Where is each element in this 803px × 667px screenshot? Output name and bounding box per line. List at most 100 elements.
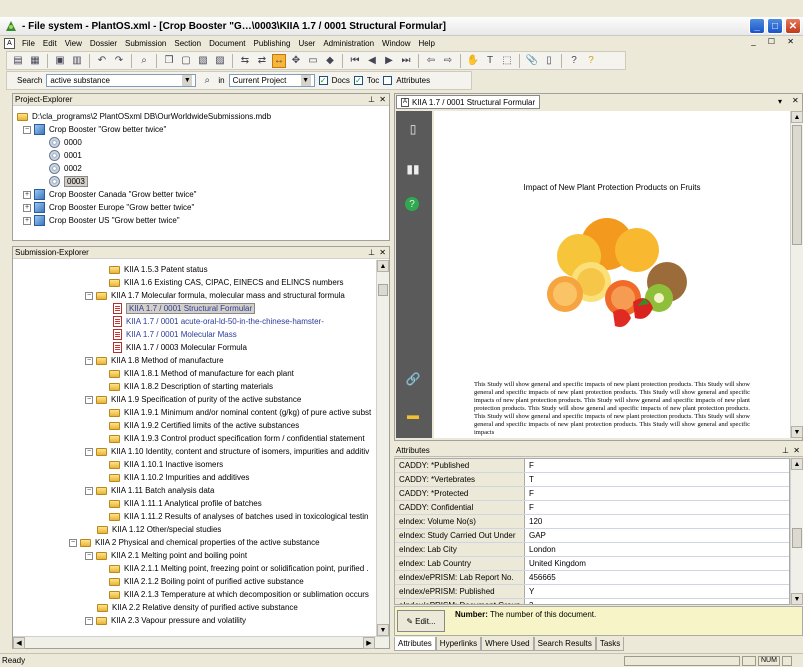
tree-item-project[interactable]: + Crop Booster Canada "Grow better twice… [23,188,197,201]
collapse-icon[interactable]: − [85,395,93,404]
search-dropdown-icon[interactable]: ▼ [182,75,193,86]
fit-width-icon[interactable]: ↔ [272,53,286,68]
edit-button[interactable]: ✎ Edit... [397,610,445,632]
tree-item-project[interactable]: + Crop Booster Europe "Grow better twice… [23,201,194,214]
attribute-row[interactable]: eIndex: Study Carried Out Under GAP [395,529,789,543]
menu-edit[interactable]: Edit [39,39,61,48]
menu-document[interactable]: Document [205,39,249,48]
attribute-value[interactable]: F [525,501,789,514]
tree-item-section[interactable]: KIIA 2.2 Relative density of purified ac… [97,601,298,614]
tree-item-section[interactable]: KIIA 1.6 Existing CAS, CIPAC, EINECS and… [109,276,344,289]
tree-item-project[interactable]: + Crop Booster US "Grow better twice" [23,214,180,227]
previous-page-icon[interactable]: ◀ [365,54,379,68]
tree-item-section[interactable]: − KIIA 1.7 Molecular formula, molecular m… [85,289,345,302]
collapse-icon[interactable]: − [85,551,93,560]
attribute-row[interactable]: eIndex: Lab Country United Kingdom [395,557,789,571]
submission-vertical-scrollbar[interactable]: ▲ ▼ [376,260,389,636]
expand-icon[interactable]: + [23,190,31,199]
pin-icon[interactable]: ⊥ [368,247,375,259]
collapse-icon[interactable]: − [85,616,93,625]
scroll-down-icon[interactable]: ▼ [377,624,389,636]
menu-publishing[interactable]: Publishing [250,39,295,48]
bookmarks-icon[interactable]: ▮▮ [405,161,421,177]
attribute-row[interactable]: eIndex/ePRISM: Document Group3 [395,599,789,604]
page-icon[interactable]: ▯ [542,54,556,68]
link-icon[interactable]: ⇆ [238,54,252,68]
tree-item-section[interactable]: KIIA 1.12 Other/special studies [97,523,221,536]
maximize-button[interactable]: □ [767,18,783,34]
attribute-row[interactable]: eIndex/ePRISM: Lab Report No. 456665 [395,571,789,585]
tab-attributes[interactable]: Attributes [394,637,436,651]
scroll-thumb[interactable] [792,125,802,245]
attachments-icon[interactable]: 🔗 [405,371,421,387]
tree-item-section[interactable]: KIIA 1.11.1 Analytical profile of batche… [109,497,262,510]
tree-item-section[interactable]: KIIA 1.10.2 Impurities and additives [109,471,249,484]
comments-icon[interactable]: ▬ [405,407,421,423]
tab-hyperlinks[interactable]: Hyperlinks [435,637,482,651]
clipboard-icon[interactable]: ▧ [196,54,210,68]
collapse-icon[interactable]: − [85,356,93,365]
tab-search-results[interactable]: Search Results [533,637,596,651]
attribute-row[interactable]: eIndex: Lab City London [395,543,789,557]
properties-icon[interactable]: ▣ [53,54,67,68]
attributes-vertical-scrollbar[interactable]: ▲ ▼ [790,458,803,605]
tree-item-section[interactable]: − KIIA 2 Physical and chemical properties… [69,536,320,549]
attribute-row[interactable]: eIndex/ePRISM: Published Y [395,585,789,599]
new-icon[interactable]: ▤ [11,54,25,68]
close-icon[interactable]: ✕ [379,94,386,106]
mdi-controls[interactable]: _ ☐ ✕ [751,37,799,46]
tree-item-section[interactable]: − KIIA 1.8 Method of manufacture [85,354,224,367]
tree-item-document[interactable]: KIIA 1.7 / 0003 Molecular Formula [113,341,247,354]
tree-item-submission-selected[interactable]: 0003 [49,175,88,188]
scroll-down-icon[interactable]: ▼ [791,593,803,605]
menu-administration[interactable]: Administration [319,39,378,48]
attribute-value[interactable]: F [525,487,789,500]
menu-view[interactable]: View [61,39,86,48]
library-icon[interactable]: ▥ [70,54,84,68]
text-select-icon[interactable]: T [483,54,497,68]
attribute-row[interactable]: eIndex: Volume No(s) 120 [395,515,789,529]
scroll-up-icon[interactable]: ▲ [791,111,803,123]
docs-checkbox[interactable]: ✓ [318,76,328,85]
tree-item-section[interactable]: − KIIA 1.9 Specification of purity of the… [85,393,301,406]
attribute-value[interactable]: 120 [525,515,789,528]
scroll-left-icon[interactable]: ◀ [13,637,25,649]
forward-icon[interactable]: ⇨ [441,54,455,68]
attribute-row[interactable]: CADDY: *Protected F [395,487,789,501]
menu-help[interactable]: Help [414,39,438,48]
tree-item-section[interactable]: − KIIA 1.10 Identity, content and structu… [85,445,369,458]
collapse-icon[interactable]: − [85,447,93,456]
expand-icon[interactable]: + [23,203,31,212]
tree-item-document[interactable]: KIIA 1.7 / 0001 Molecular Mass [113,328,237,341]
close-button[interactable]: ✕ [785,18,801,34]
help-context-icon[interactable]: ? [567,54,581,68]
viewer-menu-icon[interactable]: ▾ [778,97,782,106]
close-icon[interactable]: ✕ [793,445,800,457]
diamond-icon[interactable]: ◆ [323,54,337,68]
tree-item-document-selected[interactable]: KIIA 1.7 / 0001 Structural Formular [113,302,256,315]
scroll-down-icon[interactable]: ▼ [791,426,803,438]
attribute-value[interactable]: Y [525,585,789,598]
tree-item-section[interactable]: KIIA 1.9.1 Minimum and/or nominal conten… [109,406,371,419]
scope-select[interactable]: Current Project ▼ [228,74,315,87]
scroll-up-icon[interactable]: ▲ [791,458,803,470]
tree-item-project[interactable]: − Crop Booster "Grow better twice" [23,123,166,136]
collapse-icon[interactable]: − [85,291,93,300]
attribute-row[interactable]: CADDY: *Vertebrates T [395,473,789,487]
undo-icon[interactable]: ↶ [95,54,109,68]
snapshot-icon[interactable]: ⬚ [500,54,514,68]
tree-item-section[interactable]: KIIA 1.10.1 Inactive isomers [109,458,223,471]
viewer-close-icon[interactable]: ✕ [792,96,799,105]
find-icon[interactable]: ⌕ [137,54,151,68]
tree-item-document[interactable]: KIIA 1.7 / 0001 acute-oral-ld-50-in-the-… [113,315,324,328]
menu-file[interactable]: File [18,39,39,48]
attribute-value[interactable]: GAP [525,529,789,542]
attribute-value[interactable]: London [525,543,789,556]
tab-tasks[interactable]: Tasks [595,637,625,651]
collapse-icon[interactable]: − [69,538,77,547]
tree-item-section[interactable]: − KIIA 2.3 Vapour pressure and volatility [85,614,246,627]
last-page-icon[interactable]: ⏭ [399,54,413,68]
next-page-icon[interactable]: ▶ [382,54,396,68]
help-icon[interactable]: ? [584,54,598,68]
scroll-thumb[interactable] [378,284,388,296]
